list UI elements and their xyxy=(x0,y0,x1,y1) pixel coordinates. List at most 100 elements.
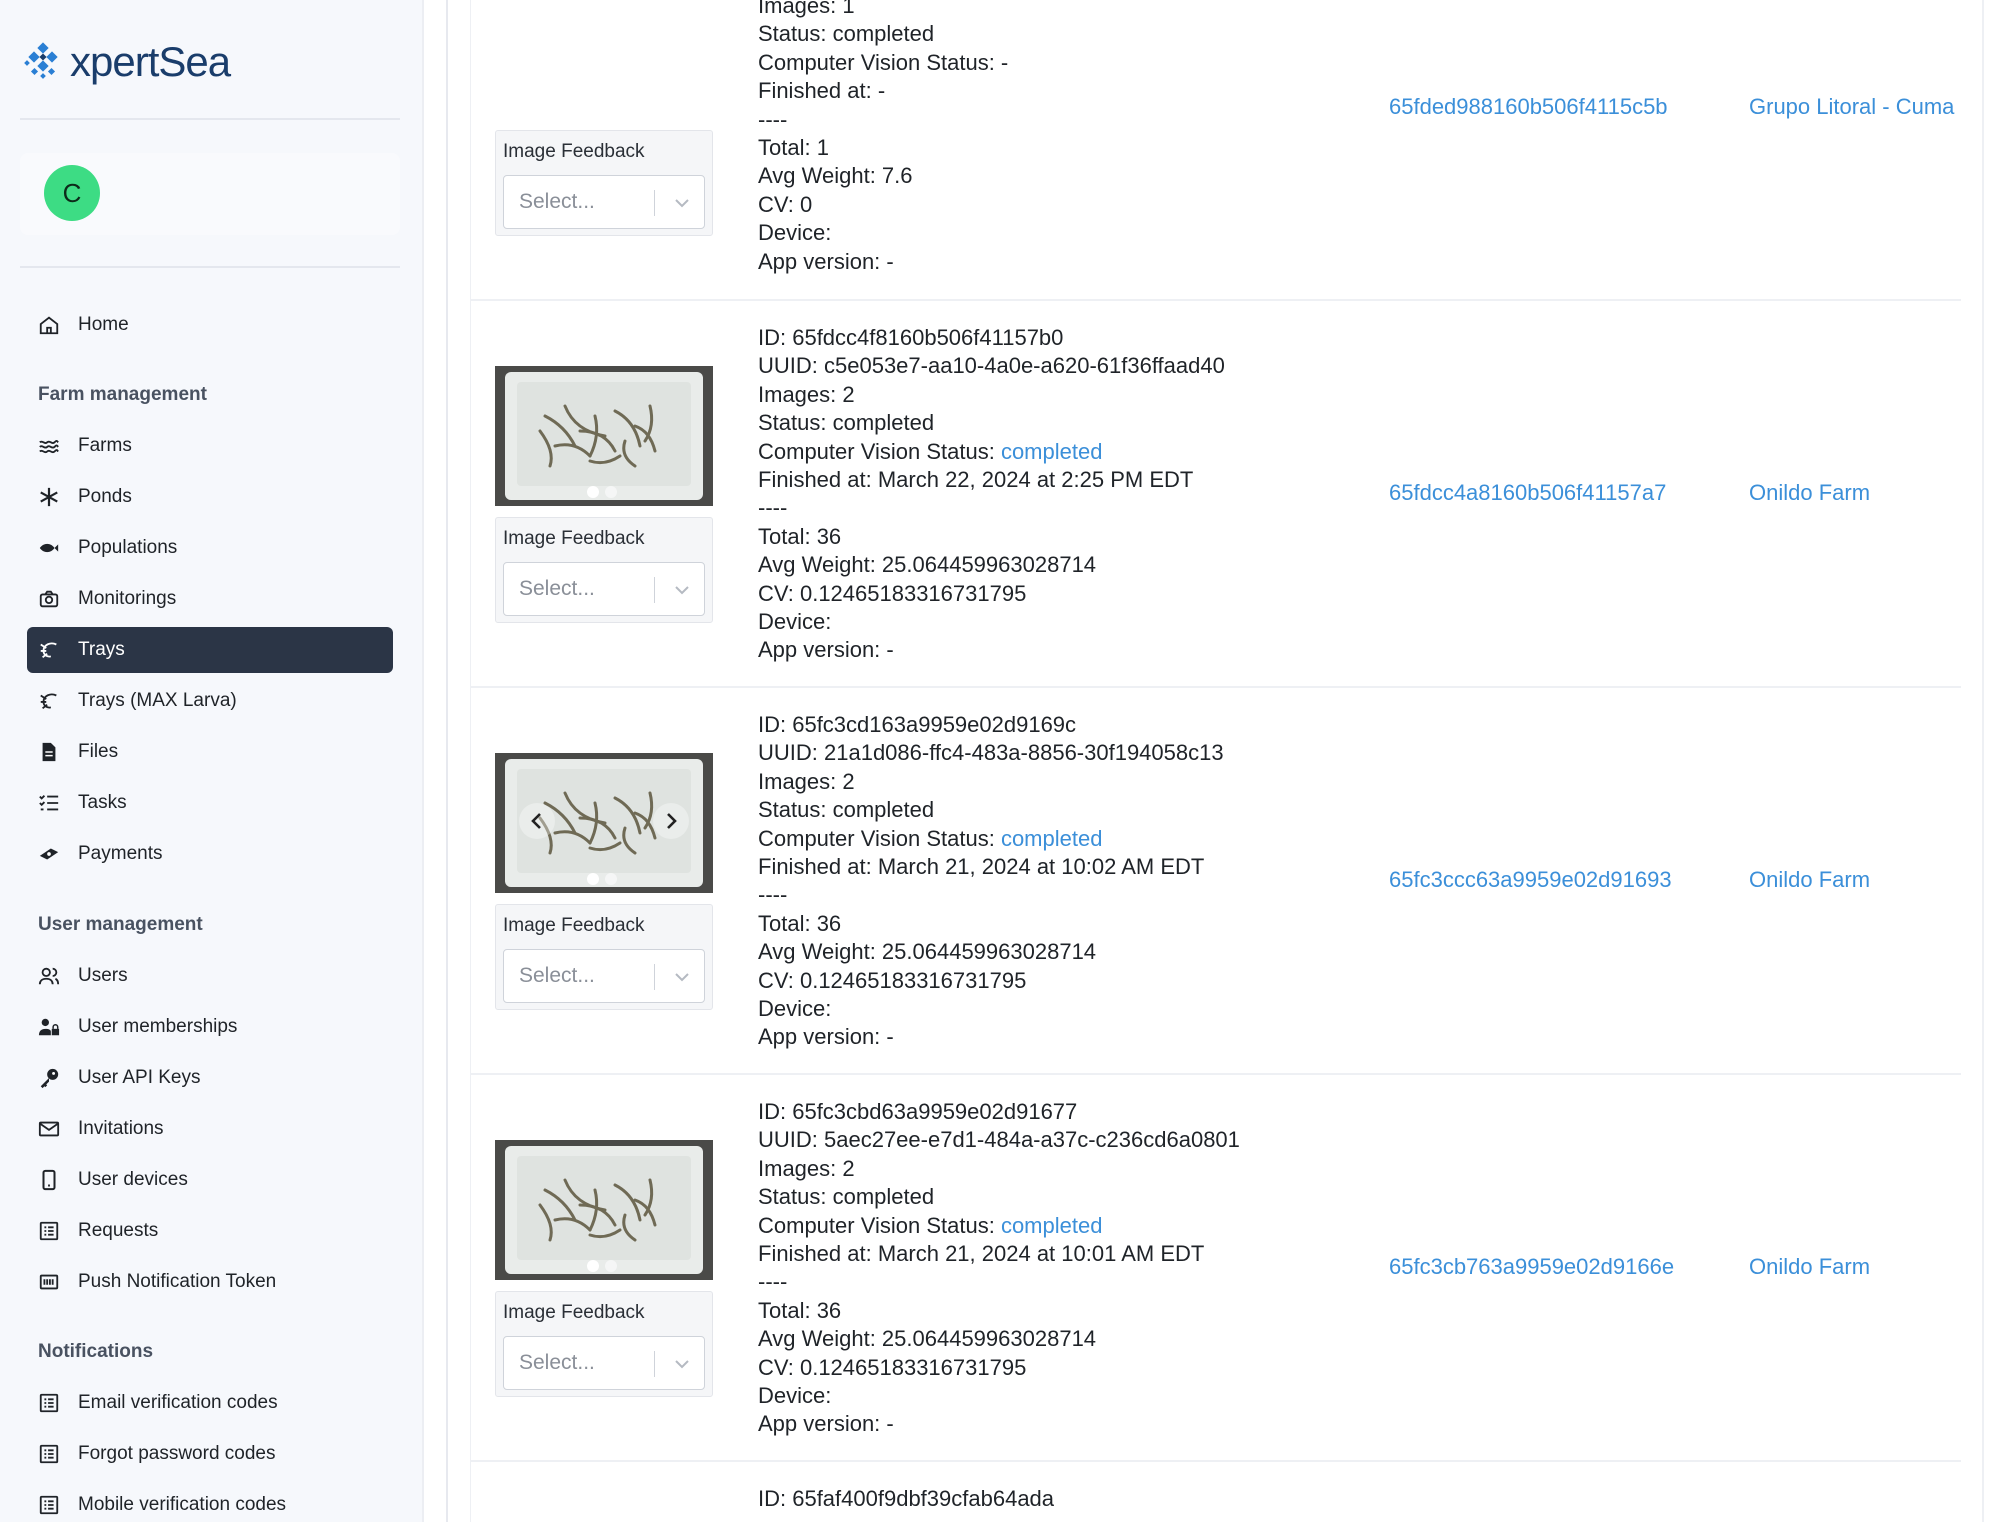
tray-details: ID: 65fc3cd163a9959e02d9169c UUID: 21a1d… xyxy=(758,711,1224,1052)
carousel-dot[interactable] xyxy=(587,873,599,885)
sidebar-item-home[interactable]: Home xyxy=(27,302,393,348)
trays-list: Image Feedback Select... Images: 1 Statu… xyxy=(470,0,1961,1522)
sidebar-item-trays-max[interactable]: Trays (MAX Larva) xyxy=(27,678,393,724)
sidebar-item-monitorings[interactable]: Monitorings xyxy=(27,576,393,622)
chevron-down-icon[interactable] xyxy=(672,1354,692,1374)
tray-details: ID: 65fdcc4f8160b506f41157b0 UUID: c5e05… xyxy=(758,324,1225,665)
chevron-down-icon[interactable] xyxy=(672,967,692,987)
cv-status-link[interactable]: completed xyxy=(1001,1213,1103,1238)
sidebar-item-farms[interactable]: Farms xyxy=(27,423,393,469)
cv: CV: 0.12465183316731795 xyxy=(758,580,1027,606)
sidebar-item-label: Push Notification Token xyxy=(78,1271,277,1292)
carousel-dot[interactable] xyxy=(587,486,599,498)
sidebar-item-label: Trays (MAX Larva) xyxy=(78,690,237,711)
checklist-icon xyxy=(37,791,61,815)
table-row: Image Feedback Select... ID: 65fc3cbd63a… xyxy=(471,1075,1961,1462)
shrimp-icon xyxy=(37,689,61,713)
carousel-dots xyxy=(587,486,617,498)
carousel-dot[interactable] xyxy=(605,486,617,498)
cv-status-label: Computer Vision Status: xyxy=(758,825,1001,851)
cv-status: Computer Vision Status: completed xyxy=(758,825,1224,853)
population-id-link[interactable]: 65fc3cb763a9959e02d9166e xyxy=(1389,1254,1674,1280)
image-feedback-select[interactable]: Select... xyxy=(503,1336,705,1390)
image-feedback-select[interactable]: Select... xyxy=(503,562,705,616)
waves-icon xyxy=(37,434,61,458)
cv-status: Computer Vision Status: completed xyxy=(758,1212,1240,1240)
sidebar-item-ponds[interactable]: Ponds xyxy=(27,474,393,520)
mobile-icon xyxy=(37,1168,61,1192)
select-placeholder: Select... xyxy=(519,577,595,600)
carousel-next-button[interactable] xyxy=(653,803,689,839)
tray-details: Images: 1 Status: completed Computer Vis… xyxy=(758,0,1008,276)
image-feedback-box: Image Feedback Select... xyxy=(495,517,713,623)
chevron-down-icon[interactable] xyxy=(672,580,692,600)
image-feedback-label: Image Feedback xyxy=(503,915,645,936)
avatar[interactable]: C xyxy=(44,165,100,221)
sidebar-item-label: Home xyxy=(78,314,129,335)
sidebar-item-mobile-codes[interactable]: Mobile verification codes xyxy=(27,1482,393,1528)
sidebar-item-label: Invitations xyxy=(78,1118,164,1139)
sidebar-item-users[interactable]: Users xyxy=(27,953,393,999)
sidebar-item-label: Requests xyxy=(78,1220,159,1241)
farm-link[interactable]: Onildo Farm xyxy=(1749,480,1959,506)
farm-link[interactable]: Onildo Farm xyxy=(1749,1254,1959,1280)
sidebar-item-api-keys[interactable]: User API Keys xyxy=(27,1055,393,1101)
chevron-down-icon[interactable] xyxy=(672,193,692,213)
sidebar-item-devices[interactable]: User devices xyxy=(27,1157,393,1203)
separator: ---- xyxy=(758,882,788,908)
farm-link[interactable]: Onildo Farm xyxy=(1749,867,1959,893)
cv: CV: 0 xyxy=(758,191,813,217)
table-row: Image Feedback Select... Images: 1 Statu… xyxy=(471,0,1961,301)
mail-icon xyxy=(37,1117,61,1141)
sidebar-item-label: User memberships xyxy=(78,1016,238,1037)
xpertsea-logo[interactable]: xpertSea xyxy=(22,38,231,86)
avg-weight: Avg Weight: 25.064459963028714 xyxy=(758,1326,1097,1352)
carousel-prev-button[interactable] xyxy=(519,803,555,839)
select-separator xyxy=(654,577,655,603)
tray-image[interactable] xyxy=(495,366,713,506)
carousel-dot[interactable] xyxy=(605,1260,617,1272)
population-id-link[interactable]: 65fc3ccc63a9959e02d91693 xyxy=(1389,867,1672,893)
farm-link[interactable]: Grupo Litoral - Cuma xyxy=(1749,94,1959,120)
sidebar-item-requests[interactable]: Requests xyxy=(27,1208,393,1254)
user-card[interactable]: C xyxy=(20,153,400,235)
image-feedback-select[interactable]: Select... xyxy=(503,949,705,1003)
list-alt-icon xyxy=(37,1391,61,1415)
sidebar-item-trays[interactable]: Trays xyxy=(27,627,393,673)
sidebar-item-payments[interactable]: Payments xyxy=(27,831,393,877)
sidebar-item-email-codes[interactable]: Email verification codes xyxy=(27,1380,393,1426)
sidebar-item-label: Files xyxy=(78,741,119,762)
shrimp-icon xyxy=(37,638,61,662)
status: Status: completed xyxy=(758,1184,935,1210)
image-feedback-select[interactable]: Select... xyxy=(503,175,705,229)
sidebar-item-populations[interactable]: Populations xyxy=(27,525,393,571)
select-placeholder: Select... xyxy=(519,964,595,987)
camera-icon xyxy=(37,587,61,611)
sidebar-item-label: User API Keys xyxy=(78,1067,201,1088)
app-version: App version: - xyxy=(758,248,894,274)
sidebar-item-invitations[interactable]: Invitations xyxy=(27,1106,393,1152)
sidebar-item-memberships[interactable]: User memberships xyxy=(27,1004,393,1050)
sidebar-item-tasks[interactable]: Tasks xyxy=(27,780,393,826)
cv-status-link[interactable]: completed xyxy=(1001,826,1103,851)
device: Device: xyxy=(758,220,832,246)
population-id-link[interactable]: 65fded988160b506f4115c5b xyxy=(1389,94,1668,120)
carousel-dot[interactable] xyxy=(587,1260,599,1272)
sidebar-item-label: Email verification codes xyxy=(78,1392,278,1413)
carousel-dot[interactable] xyxy=(605,873,617,885)
section-title-user: User management xyxy=(38,914,203,935)
population-id-link[interactable]: 65fdcc4a8160b506f41157a7 xyxy=(1389,480,1666,506)
cv-status-link[interactable]: completed xyxy=(1001,439,1103,464)
app-version: App version: - xyxy=(758,637,894,663)
tray-image[interactable] xyxy=(495,753,713,893)
tray-image[interactable] xyxy=(495,1140,713,1280)
tray-details: ID: 65faf400f9dbf39cfab64ada xyxy=(758,1485,1054,1513)
device: Device: xyxy=(758,1383,832,1409)
tray-details: ID: 65fc3cbd63a9959e02d91677 UUID: 5aec2… xyxy=(758,1098,1240,1439)
sidebar-item-label: User devices xyxy=(78,1169,188,1190)
sidebar-item-forgot-codes[interactable]: Forgot password codes xyxy=(27,1431,393,1477)
sidebar-item-files[interactable]: Files xyxy=(27,729,393,775)
sidebar-item-push-tokens[interactable]: Push Notification Token xyxy=(27,1259,393,1305)
sidebar-item-label: Mobile verification codes xyxy=(78,1494,287,1515)
device: Device: xyxy=(758,996,832,1022)
